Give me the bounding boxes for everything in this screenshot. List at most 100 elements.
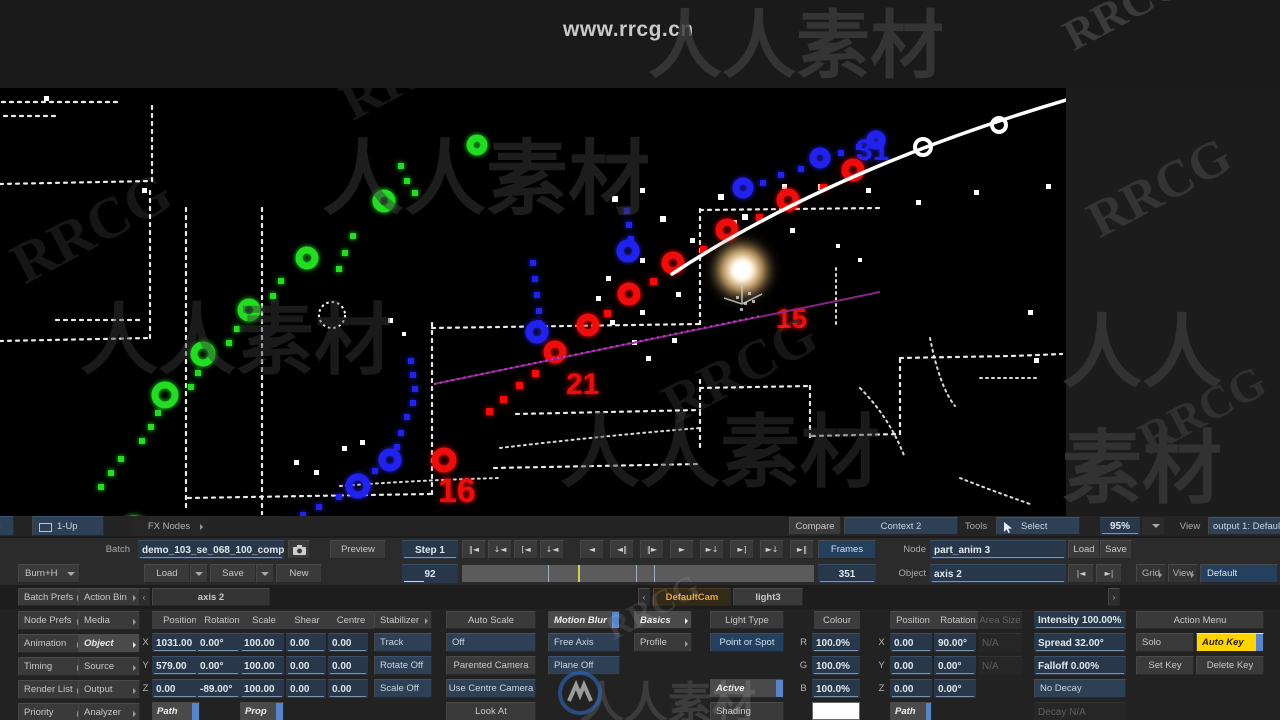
basics-menu-button[interactable]: Basics xyxy=(634,611,692,629)
light-position-z-field[interactable]: 0.00 xyxy=(890,679,932,698)
light-rotation-x-field[interactable]: 90.00° xyxy=(934,633,976,652)
object-next-button[interactable]: ►| xyxy=(1096,564,1122,583)
motion-blur-button[interactable]: Motion Blur xyxy=(548,611,620,629)
menu-animation[interactable]: Animation xyxy=(18,634,84,653)
light-position-y-field[interactable]: 0.00 xyxy=(890,656,932,675)
set-key-button[interactable]: Set Key xyxy=(1136,656,1194,675)
menu-batch-prefs[interactable]: Batch Prefs xyxy=(18,588,84,606)
light-type-header[interactable]: Light Type xyxy=(710,611,784,629)
active-toggle-button[interactable]: Active xyxy=(710,679,784,698)
position-y-field[interactable]: 579.00 xyxy=(152,656,200,675)
centre-z-field[interactable]: 0.00 xyxy=(328,679,368,698)
step-field[interactable]: Step 1 xyxy=(402,540,458,559)
auto-key-button[interactable]: Auto Key xyxy=(1196,633,1264,652)
object-path-button[interactable]: Path xyxy=(152,702,200,720)
scale-off-button[interactable]: Scale Off xyxy=(374,679,432,698)
object-prop-button[interactable]: Prop xyxy=(240,702,284,720)
transport-key-step-next-button[interactable]: ►↓ xyxy=(700,540,724,559)
compare-button[interactable]: Compare xyxy=(789,517,841,535)
no-decay-button[interactable]: No Decay xyxy=(1034,679,1126,698)
light-path-button[interactable]: Path xyxy=(890,702,932,720)
colour-g-field[interactable]: 100.0% xyxy=(812,656,860,675)
3d-point-cloud-render[interactable]: 6 xyxy=(0,88,1066,516)
tab-defaultcam[interactable]: DefaultCam xyxy=(653,588,731,606)
select-tool-button[interactable]: Select xyxy=(996,517,1080,535)
burn-button[interactable]: Burn+H xyxy=(18,564,80,583)
menu-analyzer[interactable]: Analyzer xyxy=(78,703,140,720)
batch-name-field[interactable]: demo_103_se_068_100_comp_v xyxy=(138,540,284,559)
look-at-button[interactable]: Look At xyxy=(446,702,536,720)
zoom-dropdown-button[interactable] xyxy=(1142,517,1164,535)
menu-media[interactable]: Media xyxy=(78,611,140,630)
centre-y-field[interactable]: 0.00 xyxy=(328,656,368,675)
node-load-button[interactable]: Load xyxy=(1068,540,1100,559)
parented-camera-button[interactable]: Parented Camera xyxy=(446,656,536,675)
light-rotation-z-field[interactable]: 0.00° xyxy=(934,679,976,698)
view-menu-button[interactable]: View xyxy=(1168,564,1198,583)
shading-button[interactable]: Shading xyxy=(710,702,784,720)
auto-scale-button[interactable]: Auto Scale xyxy=(446,611,536,629)
menu-source[interactable]: Source xyxy=(78,657,140,676)
free-axis-button[interactable]: Free Axis xyxy=(548,633,620,652)
new-button[interactable]: New xyxy=(276,564,322,583)
track-button[interactable]: Track xyxy=(374,633,432,652)
position-z-field[interactable]: 0.00 xyxy=(152,679,200,698)
menu-node-prefs[interactable]: Node Prefs xyxy=(18,611,84,630)
intensity-field[interactable]: Intensity 100.00% xyxy=(1034,611,1126,629)
fx-nodes-button[interactable]: FX Nodes xyxy=(132,516,206,536)
light-position-x-field[interactable]: 0.00 xyxy=(890,633,932,652)
solo-button[interactable]: Solo xyxy=(1136,633,1194,652)
light-rotation-y-field[interactable]: 0.00° xyxy=(934,656,976,675)
object-prev-button[interactable]: |◄ xyxy=(1068,564,1094,583)
menu-object[interactable]: Object xyxy=(78,634,140,653)
transport-pause-back-button[interactable]: ‖◄ xyxy=(462,540,486,559)
frames-mode-button[interactable]: Frames xyxy=(818,540,876,559)
end-frame-field[interactable]: 351 xyxy=(818,564,876,583)
rotation-z-field[interactable]: -89.00° xyxy=(196,679,240,698)
profile-menu-button[interactable]: Profile xyxy=(634,633,692,652)
shear-x-field[interactable]: 0.00 xyxy=(286,633,326,652)
grid-menu-button[interactable]: Grid xyxy=(1136,564,1166,583)
snapshot-button[interactable] xyxy=(288,540,310,559)
save-dropdown-button[interactable] xyxy=(256,564,274,583)
colour-r-field[interactable]: 100.0% xyxy=(812,633,860,652)
transport-play-back-button[interactable]: ◄ xyxy=(580,540,604,559)
transport-pause-fwd-button[interactable]: ►‖ xyxy=(790,540,814,559)
menu-action-bin[interactable]: Action Bin xyxy=(78,588,140,606)
scale-y-field[interactable]: 100.00 xyxy=(240,656,284,675)
rotate-off-button[interactable]: Rotate Off xyxy=(374,656,432,675)
rotation-y-field[interactable]: 0.00° xyxy=(196,656,240,675)
view-mode-button[interactable]: 1-Up xyxy=(32,516,104,536)
transport-bracket-next-button[interactable]: ►] xyxy=(730,540,754,559)
delete-key-button[interactable]: Delete Key xyxy=(1196,656,1264,675)
tabs-prev-button[interactable]: ‹ xyxy=(638,588,650,606)
stabilizer-menu-button[interactable]: Stabilizer xyxy=(374,611,432,629)
context-button[interactable]: Context 2 xyxy=(844,517,958,535)
transport-step-back-button[interactable]: ◄‖ xyxy=(610,540,634,559)
auto-scale-off-button[interactable]: Off xyxy=(446,633,536,652)
node-name-field[interactable]: part_anim 3 xyxy=(930,540,1066,559)
falloff-field[interactable]: Falloff 0.00% xyxy=(1034,656,1126,675)
action-menu-button[interactable]: Action Menu xyxy=(1136,611,1264,629)
position-x-field[interactable]: 1031.00 xyxy=(152,633,200,652)
view-output-button[interactable]: output 1: DefaultCa xyxy=(1208,517,1280,535)
rotation-x-field[interactable]: 0.00° xyxy=(196,633,240,652)
shear-y-field[interactable]: 0.00 xyxy=(286,656,326,675)
transport-key-prev-button[interactable]: ↓◄ xyxy=(488,540,512,559)
use-centre-camera-button[interactable]: Use Centre Camera xyxy=(446,679,536,698)
object-name-field[interactable]: axis 2 xyxy=(930,564,1066,583)
tab-light3[interactable]: light3 xyxy=(733,588,803,606)
transport-key-next-button[interactable]: ►↓ xyxy=(760,540,784,559)
spread-field[interactable]: Spread 32.00° xyxy=(1034,633,1126,652)
point-or-spot-button[interactable]: Point or Spot xyxy=(710,633,784,652)
toolbar-left-partial-button[interactable]: n xyxy=(0,516,14,536)
transport-bracket-prev-button[interactable]: [◄ xyxy=(514,540,538,559)
transport-key-step-prev-button[interactable]: ↓◄ xyxy=(540,540,564,559)
menu-output[interactable]: Output xyxy=(78,680,140,699)
save-button[interactable]: Save xyxy=(210,564,256,583)
view-default-button[interactable]: Default xyxy=(1200,564,1278,583)
colour-b-field[interactable]: 100.0% xyxy=(812,679,860,698)
current-frame-field[interactable]: 92 xyxy=(402,564,458,583)
menu-render-list[interactable]: Render List xyxy=(18,680,84,699)
scale-x-field[interactable]: 100.00 xyxy=(240,633,284,652)
